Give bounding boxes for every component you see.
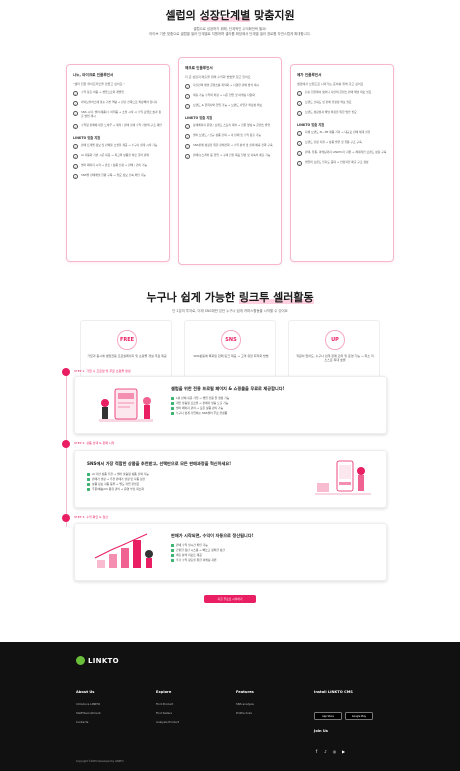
step-dot [62, 440, 70, 448]
check-icon [87, 473, 90, 477]
benefit-card: SNS SNS활동에 특화된 판매 링크 제공 → 고객 유입 최적화 방법 [184, 320, 276, 378]
footer-col-features: Features SNS analysis Profile links [236, 690, 254, 715]
check-icon [171, 544, 174, 548]
check-icon: ✓ [185, 94, 190, 99]
tiktok-icon[interactable]: ♪ [323, 749, 328, 754]
footer-link[interactable]: Profile links [236, 711, 254, 715]
instagram-icon[interactable]: ◎ [332, 749, 337, 754]
step-label: STEP 1. 가입 시 프로필 및 무료 쇼핑몰 생성 [74, 369, 131, 373]
check-icon: ✓ [73, 91, 78, 96]
step-card: 판매가 시작되면, 수익이 자동으로 정산됩니다! 판매 수익 실시간 확인 가… [74, 523, 387, 581]
section2-subtitle: 단 2분의 투자로, 이제 SNS에만 있던 누구나 쉽게 커머스활동을 시작할… [172, 309, 288, 313]
google-play-button[interactable]: Google Play [345, 712, 373, 720]
footer-link[interactable]: SNS analysis [236, 702, 254, 706]
footer-link[interactable]: Analysis Product [156, 720, 179, 724]
youtube-icon[interactable]: ▶ [341, 749, 346, 754]
step-dot [62, 368, 70, 376]
footer-link[interactable]: Contacts [76, 720, 101, 724]
check-icon: ✓ [185, 144, 190, 149]
free-icon: FREE [117, 330, 137, 350]
check-icon: ✓ [185, 104, 190, 109]
step-card: SNS에서 가장 적합한 상품을 추천받고, 선택만으로 모든 판매과정을 혁신… [74, 450, 387, 508]
check-icon: ✓ [297, 151, 302, 156]
check-icon [87, 483, 90, 487]
footer-col-explore: Explore Find Product Find Sellers Analys… [156, 690, 180, 724]
check-icon: ✓ [73, 153, 78, 159]
logo[interactable]: LINKTO [76, 656, 119, 665]
shopping-illustration [315, 460, 371, 495]
check-icon: ✓ [73, 163, 78, 169]
check-icon [171, 549, 174, 553]
check-icon [171, 559, 174, 563]
check-icon: ✓ [297, 141, 302, 146]
facebook-icon[interactable]: f [314, 749, 319, 754]
footer-link[interactable]: Introduce LINKTO [76, 702, 101, 706]
check-icon: ✓ [297, 131, 302, 136]
section1-subtitle: 셀럽으로 성공하기 위해, 단계적인 수익화전략 필요! 라이브 기준 맞춤으로… [149, 27, 311, 36]
check-icon [171, 554, 174, 558]
footer-link[interactable]: Staff Recruitment [76, 711, 101, 715]
check-icon: ✓ [297, 111, 302, 116]
footer-col-install: Install LINKTO CMS App Store Google Play … [314, 690, 376, 757]
tier-card-macro: 매크로 인플루언서 더 큰 성장과 매출을 위해 수익화 방법을 찾고 있어요 … [178, 57, 282, 265]
section2-title: 누구나 쉽게 가능한 링크투 셀러활동 [146, 291, 314, 304]
check-icon: ✓ [73, 111, 78, 116]
footer-link[interactable]: Find Product [156, 702, 179, 706]
check-icon: ✓ [297, 161, 302, 166]
logo-icon [76, 656, 85, 665]
check-icon: ✓ [297, 91, 302, 96]
link-icon: SNS [221, 330, 241, 350]
revenue-illustration [94, 533, 153, 568]
benefit-card: UP 직원이 없어도, 누구나 쉽게 판매 관리 및 운영 가능 → 최소 리소… [288, 320, 380, 378]
check-icon: ✓ [185, 124, 190, 129]
seller-illustration [99, 388, 153, 422]
check-icon: ✓ [73, 101, 78, 106]
step-dot [62, 514, 70, 522]
check-icon: ✓ [73, 143, 78, 149]
tier-card-mega: 메가 인플루언서 셀럽에서 브랜드로 나아가는 준비를 위해 갖고 싶어요 ✓ 단… [290, 64, 394, 262]
start-free-button[interactable]: 지금 무료로 시작하기 [204, 595, 256, 603]
check-icon [171, 402, 174, 406]
check-icon [171, 397, 174, 401]
check-icon: ✓ [73, 173, 78, 179]
check-icon: ✓ [185, 134, 190, 139]
check-icon [171, 412, 174, 416]
section1-title: 셀럽의 성장단계별 맞춤지원 [165, 9, 295, 22]
check-icon: ✓ [73, 123, 78, 129]
footer-link[interactable]: Find Sellers [156, 711, 179, 715]
growth-icon: UP [325, 330, 345, 350]
step-label: STEP 3. 수익 확인 & 정산 [74, 515, 108, 519]
check-icon [87, 488, 90, 492]
check-icon: ✓ [185, 84, 190, 89]
page: 셀럽의 성장단계별 맞춤지원 셀럽으로 성공하기 위해, 단계적인 수익화전략 … [0, 0, 460, 771]
check-icon: ✓ [297, 101, 302, 106]
step-label: STEP 2. 상품 선택 & 판매 시작 [74, 441, 115, 445]
check-icon [171, 407, 174, 411]
tier-card-nano: 나노, 마이크로 인플루언서 "셀러 전환 파이프라인을 만들고 싶어요." ✓… [66, 64, 170, 262]
copyright: Copyright ©2025 Developed by LINKTO [76, 760, 124, 763]
footer: LINKTO About Us Introduce LINKTO Staff R… [0, 642, 460, 771]
step-card: 셀럽을 위한 전용 프로필 페이지 & 쇼핑몰을 무료로 제공합니다! 1분 만… [74, 376, 387, 434]
app-store-button[interactable]: App Store [314, 712, 342, 720]
check-icon [87, 478, 90, 482]
check-icon: ✓ [185, 154, 190, 159]
footer-col-about: About Us Introduce LINKTO Staff Recruitm… [76, 690, 101, 724]
timeline-line [66, 372, 67, 527]
